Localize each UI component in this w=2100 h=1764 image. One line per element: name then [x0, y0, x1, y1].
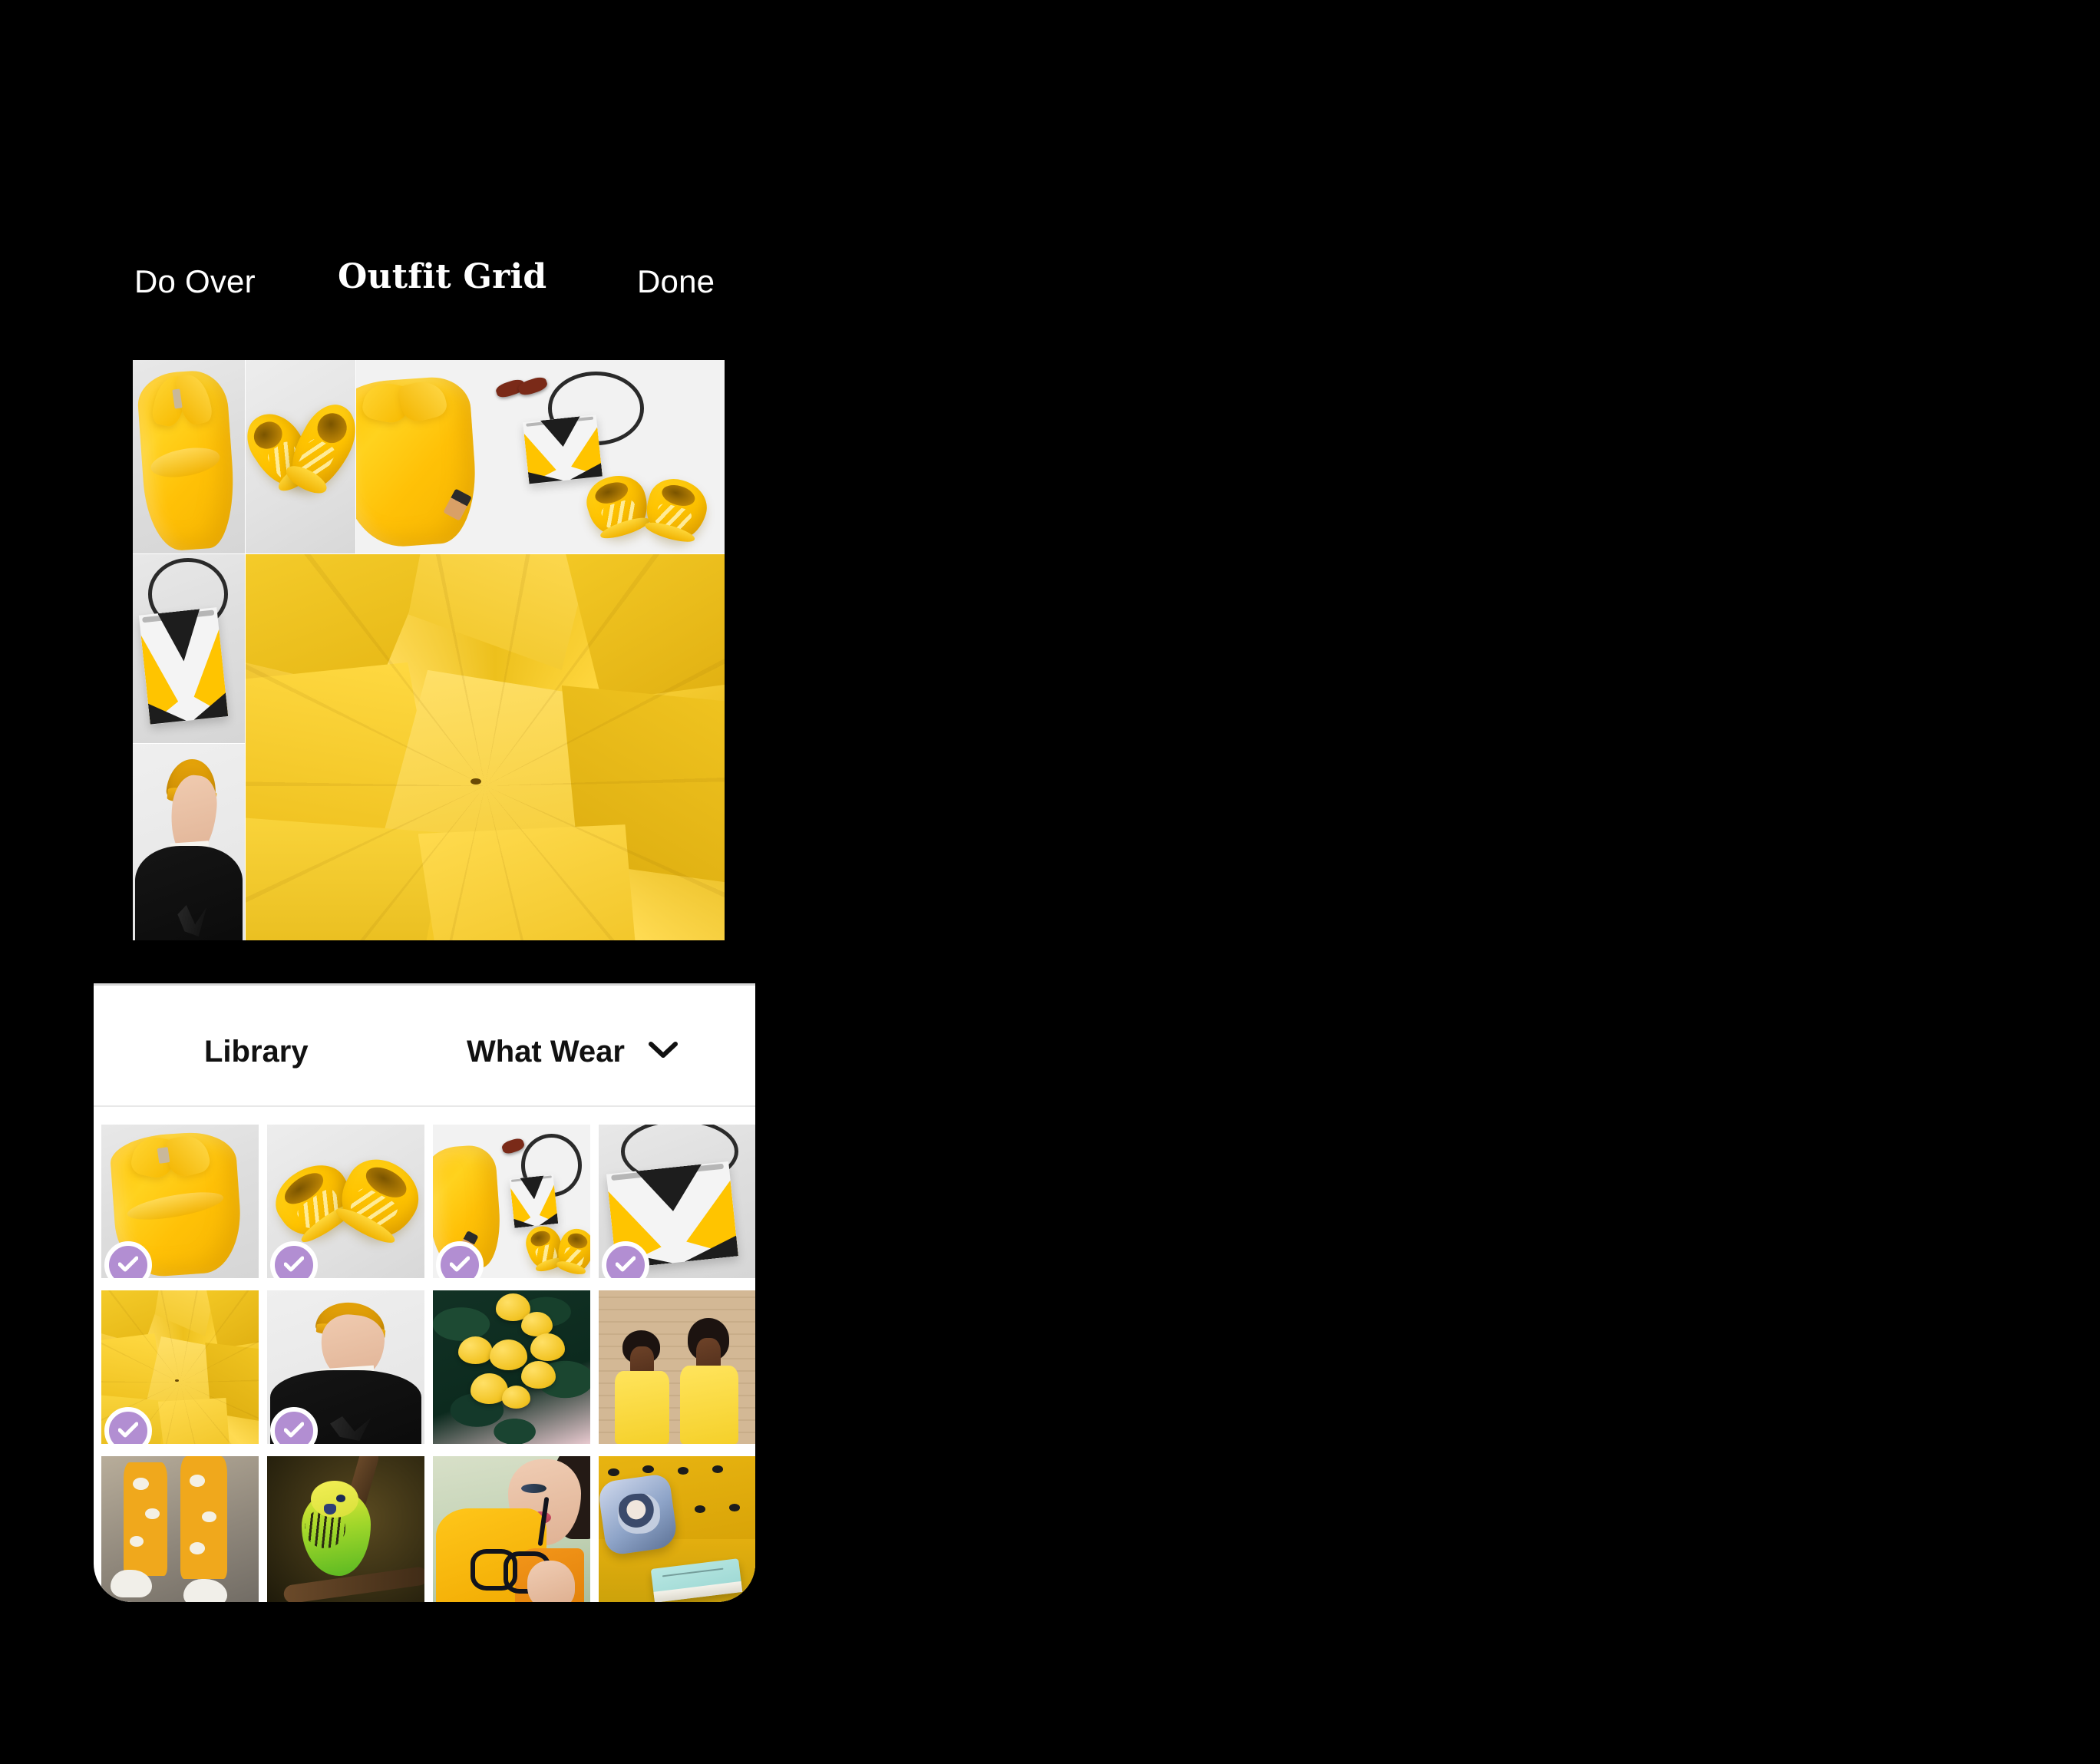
chevron-down-icon[interactable] — [649, 1041, 678, 1059]
top-bar: Do Over Outfit Grid Done — [0, 253, 768, 315]
grid-cell-umbrellas[interactable] — [246, 554, 725, 940]
thumbnail-dresses — [599, 1290, 755, 1444]
umbrellas-image — [246, 554, 725, 940]
sneakers-image — [246, 360, 355, 553]
list-item[interactable] — [101, 1456, 259, 1602]
do-over-button[interactable]: Do Over — [134, 263, 256, 301]
outfit-grid-canvas[interactable] — [133, 360, 725, 940]
list-item[interactable] — [267, 1456, 424, 1602]
list-item[interactable] — [599, 1125, 755, 1278]
library-sheet: Library What Wear — [94, 983, 755, 1602]
grid-cell-sneakers[interactable] — [246, 360, 355, 553]
beanie-image — [133, 744, 245, 940]
list-item[interactable] — [101, 1290, 259, 1444]
bag-image — [133, 554, 245, 743]
page-title: Outfit Grid — [338, 257, 547, 296]
list-item[interactable] — [267, 1290, 424, 1444]
library-thumbnail-grid — [101, 1125, 755, 1602]
tab-what-wear[interactable]: What Wear — [467, 1034, 625, 1069]
thumbnail-sofa — [599, 1456, 755, 1602]
sheet-divider — [94, 1105, 755, 1107]
done-button[interactable]: Done — [637, 263, 715, 301]
sheet-header: Library What Wear — [94, 986, 755, 1105]
list-item[interactable] — [599, 1456, 755, 1602]
grid-cell-bag[interactable] — [133, 554, 245, 743]
grid-cell-flatlay[interactable] — [356, 360, 725, 553]
list-item[interactable] — [433, 1456, 590, 1602]
list-item[interactable] — [433, 1290, 590, 1444]
blouse-image — [133, 360, 245, 553]
flatlay-image — [356, 360, 725, 553]
grid-cell-beanie[interactable] — [133, 744, 245, 940]
list-item[interactable] — [433, 1125, 590, 1278]
thumbnail-lemons — [433, 1290, 590, 1444]
thumbnail-budgie — [267, 1456, 424, 1602]
grid-cell-blouse[interactable] — [133, 360, 245, 553]
list-item[interactable] — [101, 1125, 259, 1278]
thumbnail-sunnies — [433, 1456, 590, 1602]
list-item[interactable] — [599, 1290, 755, 1444]
tab-library[interactable]: Library — [204, 1034, 309, 1069]
list-item[interactable] — [267, 1125, 424, 1278]
thumbnail-pants — [101, 1456, 259, 1602]
